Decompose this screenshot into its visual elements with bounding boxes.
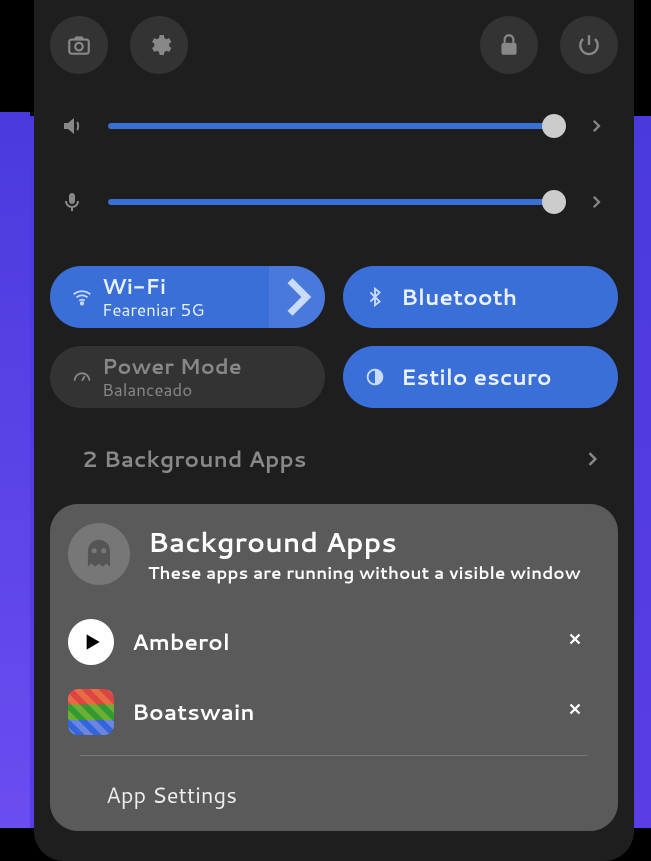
chevron-right-icon <box>587 117 605 135</box>
background-apps-popover: Background Apps These apps are running w… <box>50 504 618 831</box>
volume-slider-row <box>50 114 618 138</box>
screenshot-button[interactable] <box>50 16 108 74</box>
speaker-icon <box>58 114 86 138</box>
power-icon <box>576 32 602 58</box>
close-amberol-button[interactable] <box>566 630 584 654</box>
amberol-app-icon <box>68 619 114 665</box>
app-name-label: Boatswain <box>132 697 548 728</box>
power-mode-title: Power Mode <box>102 353 242 379</box>
play-icon <box>78 629 104 655</box>
mic-slider-thumb[interactable] <box>542 190 566 214</box>
dark-style-toggle[interactable]: Estilo escuro <box>343 346 618 408</box>
app-row-amberol[interactable]: Amberol <box>60 607 608 677</box>
chevron-right-icon <box>587 193 605 211</box>
chevron-right-icon <box>582 449 602 469</box>
power-mode-toggle[interactable]: Power Mode Balanceado <box>50 346 325 408</box>
top-action-row <box>50 16 618 74</box>
popover-subtitle: These apps are running without a visible… <box>148 561 581 585</box>
lock-icon <box>496 32 522 58</box>
toggle-grid: Wi-Fi Feareniar 5G Bluetooth Power Mode … <box>50 266 618 408</box>
volume-more-button[interactable] <box>582 117 610 135</box>
close-icon <box>566 700 584 718</box>
mic-slider-row <box>50 190 618 214</box>
gear-icon <box>146 32 172 58</box>
app-settings-button[interactable]: App Settings <box>60 756 608 811</box>
wifi-toggle[interactable]: Wi-Fi Feareniar 5G <box>50 266 325 328</box>
settings-button[interactable] <box>130 16 188 74</box>
wifi-more-button[interactable] <box>269 266 325 328</box>
power-mode-subtitle: Balanceado <box>102 380 242 401</box>
boatswain-app-icon <box>68 689 114 735</box>
volume-slider-thumb[interactable] <box>542 114 566 138</box>
camera-icon <box>66 32 92 58</box>
lock-button[interactable] <box>480 16 538 74</box>
power-button[interactable] <box>560 16 618 74</box>
wifi-toggle-title: Wi-Fi <box>102 273 204 299</box>
wifi-icon <box>62 286 102 308</box>
popover-header: Background Apps These apps are running w… <box>60 522 608 585</box>
background-apps-row[interactable]: 2 Background Apps <box>50 436 618 482</box>
close-boatswain-button[interactable] <box>566 700 584 724</box>
microphone-icon <box>58 190 86 214</box>
ghost-icon <box>68 523 130 585</box>
gauge-icon <box>62 366 102 388</box>
contrast-icon <box>355 366 395 388</box>
dark-style-title: Estilo escuro <box>401 362 552 393</box>
mic-more-button[interactable] <box>582 193 610 211</box>
background-apps-label: 2 Background Apps <box>82 444 582 475</box>
app-row-boatswain[interactable]: Boatswain <box>60 677 608 747</box>
bluetooth-icon <box>355 286 395 308</box>
wifi-toggle-subtitle: Feareniar 5G <box>102 300 204 321</box>
volume-slider[interactable] <box>108 123 560 129</box>
app-settings-label: App Settings <box>106 780 237 811</box>
app-name-label: Amberol <box>132 627 548 658</box>
wallpaper-accent <box>0 112 30 828</box>
popover-title: Background Apps <box>148 522 581 561</box>
bluetooth-toggle-title: Bluetooth <box>401 282 517 313</box>
quick-settings-panel: Wi-Fi Feareniar 5G Bluetooth Power Mode … <box>34 0 634 861</box>
close-icon <box>566 630 584 648</box>
bluetooth-toggle[interactable]: Bluetooth <box>343 266 618 328</box>
mic-slider[interactable] <box>108 199 560 205</box>
chevron-right-icon <box>269 269 325 325</box>
